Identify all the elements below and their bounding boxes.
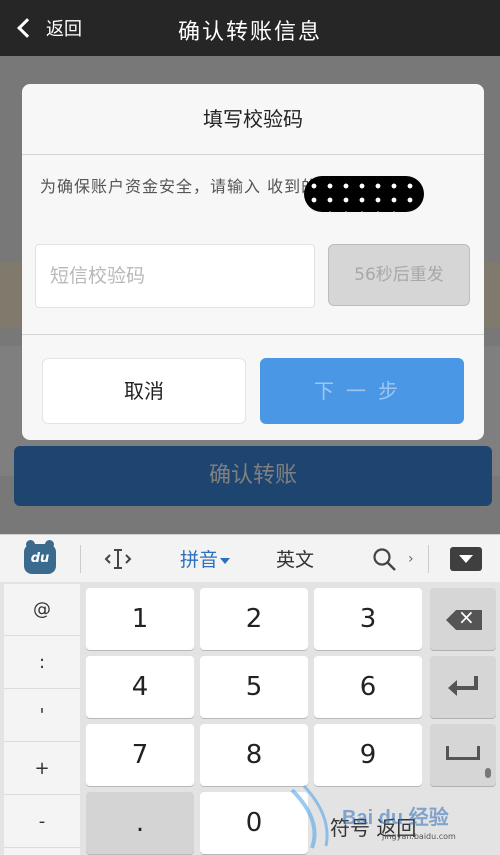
digit-key-7[interactable]: 7 [86, 724, 194, 786]
digit-key-5[interactable]: 5 [200, 656, 308, 718]
redacted-phone-mask [304, 176, 424, 212]
symbol-key[interactable]: ' [4, 690, 80, 742]
digit-key-9[interactable]: 9 [314, 724, 422, 786]
watermark-url: jingyan.baidu.com [382, 832, 456, 841]
symbol-key[interactable]: + [4, 743, 80, 795]
more-arrow-icon[interactable]: › [408, 551, 414, 567]
pinyin-label: 拼音 [180, 549, 219, 571]
digit-key-6[interactable]: 6 [314, 656, 422, 718]
dialog-title: 填写校验码 [203, 107, 303, 131]
search-icon[interactable] [372, 547, 398, 573]
space-key[interactable] [430, 724, 496, 786]
digit-key-4[interactable]: 4 [86, 656, 194, 718]
enter-key[interactable] [430, 656, 496, 718]
backspace-key[interactable] [430, 588, 496, 650]
cursor-move-icon[interactable] [104, 547, 132, 571]
symbol-key[interactable]: - [4, 796, 80, 848]
mic-icon [485, 768, 491, 778]
next-step-button[interactable]: 下一步 [260, 358, 464, 424]
symbol-column[interactable]: @ : ' + - [4, 584, 80, 855]
space-icon [446, 746, 480, 760]
backspace-icon [446, 610, 482, 630]
toolbar-divider-2 [428, 545, 429, 573]
enter-icon [448, 676, 478, 696]
sms-code-input[interactable] [35, 244, 315, 308]
dialog-divider-2 [22, 334, 484, 335]
du-logo-icon[interactable]: du [24, 540, 56, 574]
digit-key-8[interactable]: 8 [200, 724, 308, 786]
symbol-key[interactable]: @ [4, 584, 80, 636]
digit-key-2[interactable]: 2 [200, 588, 308, 650]
english-mode-button[interactable]: 英文 [276, 545, 314, 572]
page-title: 确认转账信息 [177, 20, 322, 45]
resend-countdown-button[interactable]: 56秒后重发 [328, 244, 470, 306]
watermark-text: Bai du 经验 [342, 805, 449, 829]
verification-dialog: 填写校验码 为确保账户资金安全，请输入 收到的校验码。 56秒后重发 取消 下一… [22, 84, 484, 440]
digit-key-1[interactable]: 1 [86, 588, 194, 650]
navbar: 返回 确认转账信息 [0, 0, 500, 56]
keyboard-toolbar: du 拼音 英文 › [0, 534, 500, 582]
dot-key[interactable]: . [86, 792, 194, 854]
digit-key-3[interactable]: 3 [314, 588, 422, 650]
hide-keyboard-icon[interactable] [450, 547, 482, 571]
pinyin-mode-button[interactable]: 拼音 [180, 545, 231, 572]
cancel-button[interactable]: 取消 [42, 358, 246, 424]
dialog-divider [22, 154, 484, 155]
chevron-down-icon [220, 557, 231, 564]
symbol-key[interactable]: : [4, 637, 80, 689]
toolbar-divider [80, 545, 81, 573]
